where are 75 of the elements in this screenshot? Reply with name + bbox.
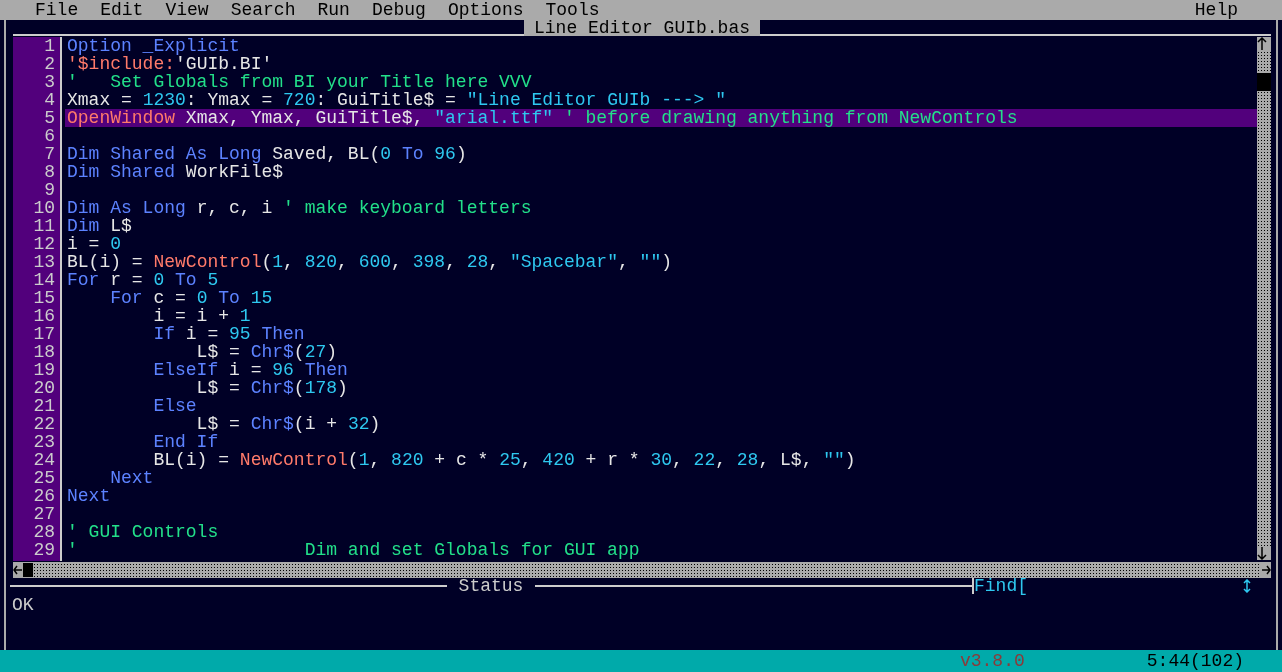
code-line: Else [152, 397, 198, 415]
menu-item[interactable]: Options [447, 0, 524, 20]
line-number: 8 [43, 163, 55, 181]
code-line: ' Dim and set Globals for GUI app [66, 541, 641, 559]
menu-item[interactable]: Debug [371, 0, 426, 20]
code-line: For c = 0 To 15 [109, 289, 274, 307]
code-line: End If [152, 433, 220, 451]
line-number: 28 [32, 523, 55, 541]
code-line: i = 0 [66, 235, 123, 253]
line-number: 14 [32, 271, 55, 289]
cursor-position: 5:44(102) [1146, 650, 1244, 672]
find-label[interactable]: Find[ [974, 578, 1028, 594]
code-line: Next [66, 487, 112, 505]
up-down-arrow-icon[interactable] [1242, 579, 1252, 593]
line-number: 18 [32, 343, 55, 361]
menu-item[interactable]: Run [317, 0, 350, 20]
code-line: i = i + 1 [152, 307, 252, 325]
menu-item[interactable]: View [165, 0, 209, 20]
line-number: 1 [43, 37, 55, 55]
line-number: 21 [32, 397, 55, 415]
code-line: Option _Explicit [66, 37, 240, 55]
line-number: 20 [32, 379, 55, 397]
line-number: 5 [43, 109, 55, 127]
line-number: 29 [32, 541, 55, 559]
code-line: Xmax = 1230: Ymax = 720: GuiTitle$ = "Line Editor GUIb ---> " [66, 91, 727, 109]
code-line: L$ = Chr$(178) [196, 379, 349, 397]
scrollbar-thumb[interactable] [23, 563, 33, 577]
line-number: 25 [32, 469, 55, 487]
version-label: v3.8.0 [959, 650, 1025, 672]
status-message: OK [11, 594, 35, 616]
line-number: 9 [43, 181, 55, 199]
line-number: 22 [32, 415, 55, 433]
line-number: 23 [32, 433, 55, 451]
line-number: 3 [43, 73, 55, 91]
scroll-down-icon[interactable] [1257, 546, 1267, 560]
line-number: 19 [32, 361, 55, 379]
code-line: BL(i) = NewControl(1, 820 + c * 25, 420 + r * 30, 22, 28, L$, "") [152, 451, 857, 469]
line-number: 7 [43, 145, 55, 163]
code-line: L$ = Chr$(27) [195, 343, 338, 361]
scroll-right-icon[interactable] [1261, 563, 1271, 577]
line-number: 27 [32, 505, 55, 523]
code-line: Dim Shared WorkFile$ [66, 163, 285, 181]
code-line: ' Set Globals from BI your Title here VVV [66, 73, 533, 91]
code-line: Dim Shared As Long Saved, BL(0 To 96) [66, 145, 468, 163]
line-number: 26 [32, 487, 55, 505]
line-number: 11 [32, 217, 55, 235]
line-number: 16 [32, 307, 55, 325]
menu-item[interactable]: Tools [545, 0, 600, 20]
line-number: 4 [43, 91, 55, 109]
scroll-left-icon[interactable] [13, 563, 23, 577]
code-line: Next [109, 469, 155, 487]
line-number: 6 [43, 127, 55, 145]
scroll-up-icon[interactable] [1257, 37, 1267, 51]
line-number: 24 [32, 451, 55, 469]
code-line: '$include:'GUIb.BI' [66, 55, 274, 73]
code-line: Dim As Long r, c, i ' make keyboard letters [66, 199, 533, 217]
code-line: ElseIf i = 96 Then [152, 361, 349, 379]
line-number: 15 [32, 289, 55, 307]
line-number: 2 [43, 55, 55, 73]
code-line: ' GUI Controls [66, 523, 220, 541]
code-line: L$ = Chr$(i + 32) [195, 415, 382, 433]
code-line: If i = 95 Then [152, 325, 306, 343]
line-number: 17 [32, 325, 55, 343]
scrollbar-thumb[interactable] [1257, 73, 1271, 91]
line-number: 10 [32, 199, 55, 217]
menu-item[interactable]: Search [230, 0, 296, 20]
menu-item[interactable]: Edit [100, 0, 144, 20]
line-number: 12 [32, 235, 55, 253]
status-title: Status [457, 578, 525, 594]
line-number: 13 [32, 253, 55, 271]
code-line: Dim L$ [66, 217, 133, 235]
menu-item[interactable]: File [35, 0, 79, 20]
code-line: BL(i) = NewControl(1, 820, 600, 398, 28, "Spacebar", "") [66, 253, 673, 271]
help-menu[interactable]: Help [1194, 0, 1238, 20]
code-line: For r = 0 To 5 [66, 271, 220, 289]
